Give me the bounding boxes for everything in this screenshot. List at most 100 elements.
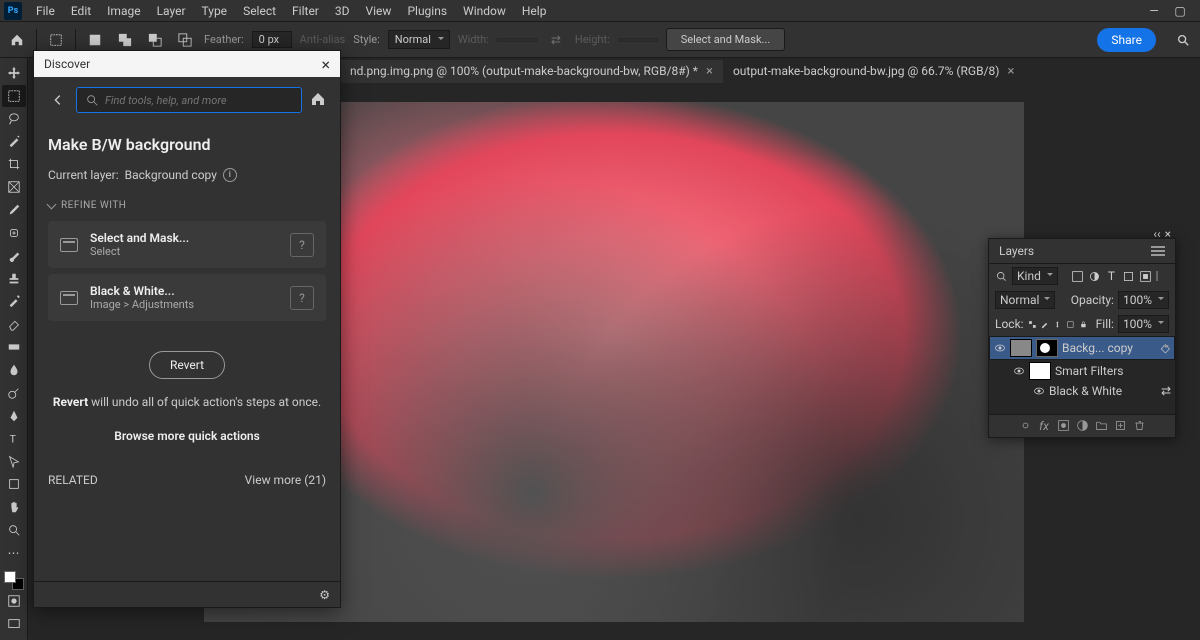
blend-mode-select[interactable]: Normal (995, 291, 1055, 309)
lock-pixels-icon[interactable] (1040, 318, 1049, 331)
lock-position-icon[interactable] (1053, 318, 1062, 331)
share-button[interactable]: Share (1097, 28, 1156, 52)
revert-button[interactable]: Revert (149, 351, 225, 379)
back-icon[interactable] (48, 93, 68, 107)
eyedropper-tool[interactable] (2, 199, 26, 221)
menu-plugins[interactable]: Plugins (399, 2, 455, 20)
new-layer-icon[interactable] (1114, 419, 1127, 432)
filter-pixel-icon[interactable] (1071, 270, 1084, 283)
menu-view[interactable]: View (358, 2, 400, 20)
smart-filter-entry[interactable]: Black & White ⇄ (989, 382, 1175, 400)
selection-intersect-icon[interactable] (174, 29, 196, 51)
filter-toggle-icon[interactable] (1156, 271, 1169, 281)
heal-tool[interactable] (2, 222, 26, 244)
filter-shape-icon[interactable] (1122, 270, 1135, 283)
search-icon[interactable] (1172, 29, 1194, 51)
new-adjustment-icon[interactable] (1076, 419, 1089, 432)
dodge-tool[interactable] (2, 382, 26, 404)
visibility-icon[interactable] (994, 342, 1006, 354)
menu-file[interactable]: File (28, 2, 63, 20)
menu-image[interactable]: Image (99, 2, 148, 20)
shape-tool[interactable] (2, 473, 26, 495)
selection-new-icon[interactable] (84, 29, 106, 51)
gradient-tool[interactable] (2, 336, 26, 358)
more-tools-icon[interactable]: ⋯ (2, 542, 26, 564)
tool-marquee-icon[interactable] (45, 29, 67, 51)
close-icon[interactable]: × (706, 64, 713, 79)
color-swatches[interactable] (4, 571, 24, 591)
pen-tool[interactable] (2, 405, 26, 427)
panel-menu-icon[interactable] (1151, 250, 1165, 252)
selection-subtract-icon[interactable] (144, 29, 166, 51)
menu-filter[interactable]: Filter (284, 2, 327, 20)
link-layers-icon[interactable] (1019, 419, 1032, 432)
wand-tool[interactable] (2, 131, 26, 153)
gear-icon[interactable]: ⚙ (319, 588, 330, 602)
hand-tool[interactable] (2, 496, 26, 518)
path-tool[interactable] (2, 450, 26, 472)
close-icon[interactable]: × (1007, 64, 1014, 79)
discover-search[interactable] (76, 87, 302, 113)
add-mask-icon[interactable] (1057, 419, 1070, 432)
move-tool[interactable] (2, 62, 26, 84)
filter-options-icon[interactable]: ⇄ (1161, 384, 1171, 398)
refine-with-header[interactable]: REFINE WITH (48, 196, 326, 215)
blur-tool[interactable] (2, 359, 26, 381)
lock-artboard-icon[interactable] (1066, 318, 1075, 331)
marquee-tool[interactable] (2, 85, 26, 107)
lock-all-icon[interactable] (1079, 318, 1088, 331)
close-icon[interactable]: × (1165, 227, 1171, 241)
brush-tool[interactable] (2, 245, 26, 267)
window-maximize-icon[interactable]: ▢ (1174, 5, 1186, 17)
browse-actions-link[interactable]: Browse more quick actions (48, 429, 326, 443)
quickmask-icon[interactable] (2, 590, 26, 612)
frame-tool[interactable] (2, 176, 26, 198)
filter-mask-thumbnail[interactable] (1029, 362, 1051, 380)
help-icon[interactable]: ? (290, 286, 314, 310)
menu-3d[interactable]: 3D (327, 2, 358, 20)
menu-help[interactable]: Help (514, 2, 555, 20)
search-input[interactable] (105, 94, 293, 107)
document-tab[interactable]: output-make-background-bw.jpg @ 66.7% (R… (723, 60, 1024, 83)
home-icon[interactable] (310, 91, 326, 110)
menu-window[interactable]: Window (455, 2, 514, 20)
info-icon[interactable]: i (223, 168, 237, 182)
layer-name[interactable]: Backg... copy (1062, 341, 1133, 355)
lasso-tool[interactable] (2, 108, 26, 130)
new-group-icon[interactable] (1095, 419, 1108, 432)
opacity-input[interactable]: 100% (1118, 291, 1169, 309)
crop-tool[interactable] (2, 153, 26, 175)
search-icon[interactable] (995, 270, 1008, 283)
home-icon[interactable] (6, 29, 28, 51)
help-icon[interactable]: ? (290, 233, 314, 257)
style-select[interactable]: Normal (388, 30, 450, 49)
menu-edit[interactable]: Edit (63, 2, 99, 20)
refine-select-mask[interactable]: Select and Mask...Select ? (48, 221, 326, 268)
screenmode-icon[interactable] (2, 613, 26, 635)
visibility-icon[interactable] (1013, 365, 1025, 377)
zoom-tool[interactable] (2, 519, 26, 541)
fill-input[interactable]: 100% (1118, 315, 1169, 333)
layer-mask[interactable] (1036, 339, 1058, 357)
menu-select[interactable]: Select (235, 2, 284, 20)
filter-adjust-icon[interactable] (1088, 270, 1101, 283)
document-tab[interactable]: nd.png.img.png @ 100% (output-make-backg… (340, 60, 723, 83)
filter-kind-select[interactable]: Kind (1012, 267, 1058, 285)
view-more-link[interactable]: View more (21) (245, 473, 326, 487)
refine-black-white[interactable]: Black & White...Image > Adjustments ? (48, 274, 326, 321)
layer-item[interactable]: Backg... copy ◇ (989, 336, 1175, 360)
collapse-icon[interactable]: ‹‹ (1153, 227, 1160, 241)
select-and-mask-button[interactable]: Select and Mask... (666, 28, 786, 51)
close-icon[interactable]: × (321, 55, 330, 74)
layer-fx-icon[interactable]: fx (1038, 419, 1051, 432)
history-brush-tool[interactable] (2, 290, 26, 312)
smart-filters-item[interactable]: Smart Filters (989, 360, 1175, 382)
window-minimize-icon[interactable]: — (1148, 5, 1160, 17)
menu-type[interactable]: Type (194, 2, 236, 20)
filter-type-icon[interactable]: T (1105, 270, 1118, 283)
delete-layer-icon[interactable] (1133, 419, 1146, 432)
type-tool[interactable]: T (2, 428, 26, 450)
selection-add-icon[interactable] (114, 29, 136, 51)
lock-transparency-icon[interactable] (1028, 318, 1037, 331)
feather-input[interactable]: 0 px (252, 31, 292, 48)
